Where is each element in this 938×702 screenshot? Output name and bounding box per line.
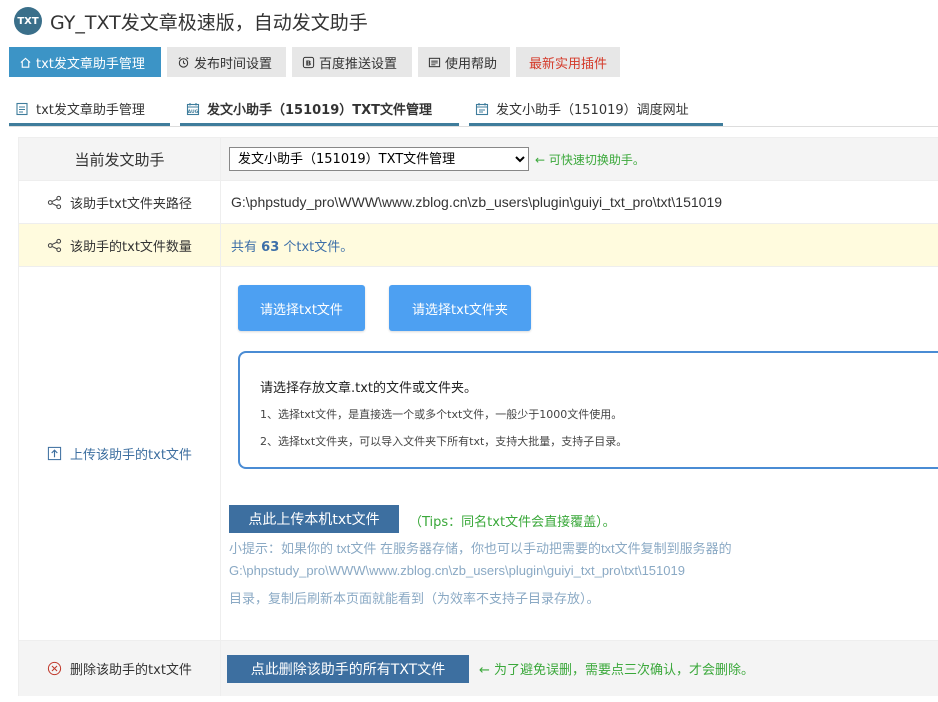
share-icon [47, 195, 62, 209]
hint-line-3: 目录，复制后刷新本页面就能看到（为效率不支持子目录存放）。 [229, 591, 600, 606]
upload-label-cell: 上传该助手的txt文件 [19, 267, 221, 640]
current-helper-label: 当前发文助手 [19, 138, 221, 180]
nav-txt-manager-button[interactable]: txt发文章助手管理 [9, 47, 161, 77]
calendar-icon [475, 102, 489, 115]
select-folder-button[interactable]: 请选择txt文件夹 [389, 285, 531, 331]
nav-label: 使用帮助 [445, 56, 498, 72]
current-helper-cell: 发文小助手（151019）TXT文件管理 ← 可快速切换助手。 [221, 138, 938, 180]
row-upload: 上传该助手的txt文件 请选择txt文件 请选择txt文件夹 请选择存放文章.t… [18, 266, 938, 640]
info-line-2: 2、选择txt文件夹，可以导入文件夹下所有txt，支持大批量，支持子目录。 [260, 435, 628, 448]
folder-path-value: G:\phpstudy_pro\WWW\www.zblog.cn\zb_user… [231, 194, 723, 210]
info-title: 请选择存放文章.txt的文件或文件夹。 [260, 381, 478, 396]
file-count-label-cell: 该助手的txt文件数量 [19, 224, 221, 266]
switch-helper-note: ← 可快速切换助手。 [535, 152, 645, 167]
nav-label: 百度推送设置 [319, 56, 398, 72]
delete-label-cell: 删除该助手的txt文件 [19, 641, 221, 696]
tab-label: 发文小助手（151019）调度网址 [496, 103, 689, 118]
file-count-suffix: 个txt文件。 [283, 239, 354, 255]
b-box-icon: B [302, 56, 315, 68]
delete-label: 删除该助手的txt文件 [70, 663, 192, 678]
nav-plugins-button[interactable]: 最新实用插件 [516, 47, 620, 77]
file-count-label: 该助手的txt文件数量 [70, 239, 192, 255]
document-icon [428, 57, 441, 67]
alarm-clock-icon [178, 56, 189, 68]
delete-note: ← 为了避免误删，需要点三次确认，才会删除。 [479, 663, 755, 678]
hint-line-1: 小提示：如果你的 txt文件 在服务器存储，你也可以手动把需要的txt文件复制到… [229, 541, 732, 556]
nav-label: 最新实用插件 [528, 56, 607, 72]
tab-txt-file-management[interactable]: AUG 发文小助手（151019）TXT文件管理 [180, 94, 459, 126]
x-circle-icon [47, 661, 62, 676]
nav-baidu-push-button[interactable]: B 百度推送设置 [292, 47, 412, 77]
file-count-text: 共有 63 个txt文件。 [231, 236, 353, 255]
top-nav: txt发文章助手管理 发布时间设置 B 百度推送设置 使用帮助 最新实用插件 [9, 47, 620, 77]
tab-txt-manager[interactable]: txt发文章助手管理 [9, 94, 170, 126]
upload-label: 上传该助手的txt文件 [70, 448, 192, 463]
tab-label: txt发文章助手管理 [36, 103, 145, 118]
upload-info-box: 请选择存放文章.txt的文件或文件夹。 1、选择txt文件，是直接选一个或多个t… [238, 351, 938, 469]
page-icon [16, 102, 28, 115]
nav-label: 发布时间设置 [194, 56, 273, 72]
row-delete: 删除该助手的txt文件 点此删除该助手的所有TXT文件 ← 为了避免误删，需要点… [18, 640, 938, 696]
file-count-cell: 共有 63 个txt文件。 [221, 224, 938, 266]
file-count-value: 63 [261, 239, 280, 255]
folder-path-label: 该助手txt文件夹路径 [70, 196, 192, 212]
hint-line-2: G:\phpstudy_pro\WWW\www.zblog.cn\zb_user… [229, 563, 685, 578]
row-file-count: 该助手的txt文件数量 共有 63 个txt文件。 [18, 223, 938, 266]
row-current-helper: 当前发文助手 发文小助手（151019）TXT文件管理 ← 可快速切换助手。 [18, 137, 938, 180]
sub-tabs: txt发文章助手管理 AUG 发文小助手（151019）TXT文件管理 发文小助… [9, 94, 938, 127]
upload-local-button[interactable]: 点此上传本机txt文件 [229, 505, 399, 533]
delete-all-button[interactable]: 点此删除该助手的所有TXT文件 [227, 654, 469, 683]
share-icon [47, 238, 62, 252]
nav-help-button[interactable]: 使用帮助 [418, 47, 510, 77]
row-folder-path: 该助手txt文件夹路径 G:\phpstudy_pro\WWW\www.zblo… [18, 180, 938, 223]
delete-cell: 点此删除该助手的所有TXT文件 ← 为了避免误删，需要点三次确认，才会删除。 [221, 641, 938, 696]
tab-schedule-url[interactable]: 发文小助手（151019）调度网址 [469, 94, 723, 126]
folder-path-label-cell: 该助手txt文件夹路径 [19, 181, 221, 223]
folder-path-cell: G:\phpstudy_pro\WWW\www.zblog.cn\zb_user… [221, 181, 938, 223]
select-file-button[interactable]: 请选择txt文件 [238, 285, 365, 331]
upload-area: 请选择txt文件 请选择txt文件夹 请选择存放文章.txt的文件或文件夹。 1… [221, 267, 938, 640]
upload-icon [47, 446, 62, 461]
upload-cell: 请选择txt文件 请选择txt文件夹 请选择存放文章.txt的文件或文件夹。 1… [221, 267, 938, 640]
app-header: TXT GY_TXT发文章极速版，自动发文助手 [14, 6, 368, 36]
tab-label: 发文小助手（151019）TXT文件管理 [207, 103, 433, 118]
file-count-prefix: 共有 [231, 239, 258, 255]
svg-text:B: B [306, 58, 312, 67]
nav-label: txt发文章助手管理 [36, 56, 145, 72]
home-icon [20, 57, 31, 68]
helper-select[interactable]: 发文小助手（151019）TXT文件管理 [229, 147, 529, 171]
info-line-1: 1、选择txt文件，是直接选一个或多个txt文件，一般少于1000文件使用。 [260, 408, 623, 421]
calendar-icon: AUG [186, 102, 200, 115]
nav-publish-time-button[interactable]: 发布时间设置 [167, 47, 286, 77]
page-title: GY_TXT发文章极速版，自动发文助手 [50, 11, 368, 34]
svg-text:AUG: AUG [188, 109, 199, 115]
app-logo: TXT [14, 7, 42, 35]
upload-tips: （Tips：同名txt文件会直接覆盖）。 [409, 515, 616, 530]
